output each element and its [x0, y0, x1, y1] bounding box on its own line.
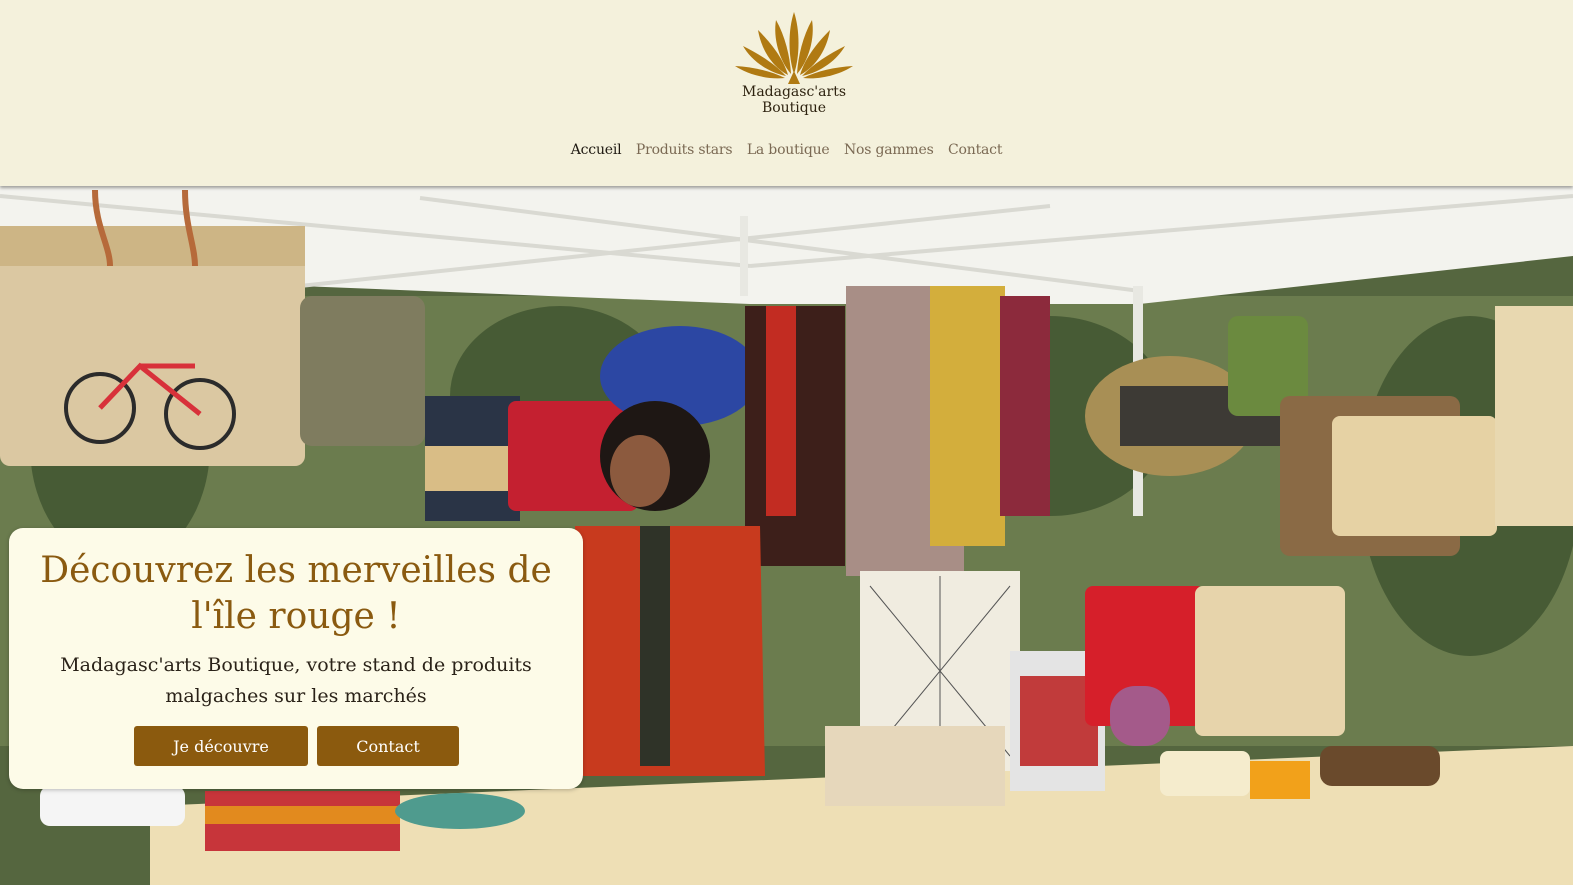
- brand-name-line2: Boutique: [761, 100, 827, 116]
- hero-buttons: Je découvre Contact: [9, 726, 583, 767]
- brand-name-line1: Madagasc'arts: [741, 84, 847, 100]
- hero-subtitle: Madagasc'arts Boutique, votre stand de p…: [60, 654, 532, 707]
- nav-item-la-boutique[interactable]: La boutique: [747, 142, 830, 158]
- hero-card: Découvrez les merveilles de l'île rouge …: [9, 528, 583, 789]
- brand-logo[interactable]: Madagasc'arts Boutique: [714, 8, 874, 123]
- site-header: Madagasc'arts Boutique Accueil Produits …: [0, 0, 1573, 186]
- nav-item-contact[interactable]: Contact: [948, 142, 1002, 158]
- main-nav: Accueil Produits stars La boutique Nos g…: [0, 142, 1573, 158]
- brand-name: Madagasc'arts Boutique: [714, 84, 874, 116]
- lotus-leaves-logo-icon: [735, 12, 853, 84]
- contact-button[interactable]: Contact: [317, 726, 459, 766]
- discover-button[interactable]: Je découvre: [134, 726, 308, 766]
- hero-title: Découvrez les merveilles de l'île rouge …: [40, 550, 552, 637]
- nav-item-nos-gammes[interactable]: Nos gammes: [844, 142, 934, 158]
- nav-item-produits-stars[interactable]: Produits stars: [636, 142, 733, 158]
- nav-item-accueil[interactable]: Accueil: [571, 142, 622, 158]
